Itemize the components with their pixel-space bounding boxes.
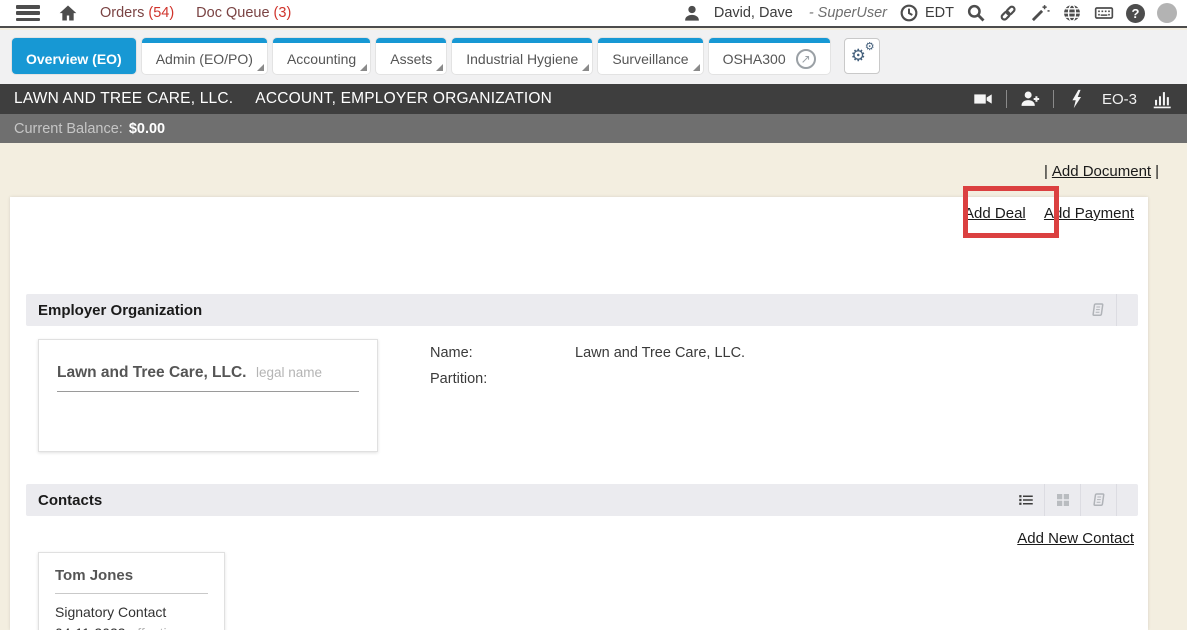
entity-type: ACCOUNT, EMPLOYER ORGANIZATION	[255, 90, 552, 108]
add-new-contact-link[interactable]: Add New Contact	[1017, 530, 1134, 547]
contact-card[interactable]: Tom Jones Signatory Contact 04-11-2023 e…	[38, 552, 225, 630]
divider	[1053, 90, 1054, 108]
top-bar: Orders (54) Doc Queue (3) David, Dave - …	[0, 0, 1187, 28]
tab-bar: Overview (EO) Admin (EO/PO) Accounting A…	[0, 30, 1187, 84]
divider	[1006, 90, 1007, 108]
book-icon[interactable]	[1080, 294, 1116, 326]
add-payment-link[interactable]: Add Payment	[1044, 205, 1134, 222]
employer-organization-section-header: Employer Organization	[26, 294, 1138, 326]
help-icon[interactable]: ?	[1126, 4, 1145, 23]
balance-value: $0.00	[129, 121, 165, 137]
deal-actions-row: Add Deal Add Payment	[950, 205, 1134, 222]
globe-icon[interactable]	[1062, 3, 1082, 23]
chevron-down-icon	[582, 64, 589, 71]
legal-name-hint: legal name	[256, 365, 322, 380]
link-icon[interactable]	[998, 3, 1018, 23]
tab-settings-button[interactable]: ⚙ ⚙	[844, 38, 880, 74]
contact-role: Signatory Contact	[55, 604, 208, 620]
field-label: Partition:	[430, 371, 575, 387]
tab-osha300[interactable]: OSHA300 ↗	[709, 38, 830, 74]
user-role: - SuperUser	[809, 5, 887, 21]
gear-icon: ⚙	[851, 47, 866, 64]
add-contact-row: Add New Contact	[1017, 530, 1134, 547]
contact-name: Tom Jones	[55, 567, 208, 594]
list-view-icon[interactable]	[1008, 484, 1044, 516]
search-icon[interactable]	[966, 3, 986, 23]
field-label: Name:	[430, 345, 575, 361]
chevron-down-icon	[360, 64, 367, 71]
tab-assets[interactable]: Assets	[376, 38, 446, 74]
org-fields: Name: Lawn and Tree Care, LLC. Partition…	[430, 345, 745, 397]
tab-surveillance[interactable]: Surveillance	[598, 38, 702, 74]
add-deal-link[interactable]: Add Deal	[964, 205, 1026, 222]
timezone-label: EDT	[925, 5, 954, 21]
legal-name-field: Lawn and Tree Care, LLC. legal name	[57, 364, 359, 392]
wand-icon[interactable]	[1030, 3, 1050, 23]
header-spacer	[1116, 294, 1138, 326]
entity-title-bar: LAWN AND TREE CARE, LLC. ACCOUNT, EMPLOY…	[0, 84, 1187, 114]
tab-overview-eo[interactable]: Overview (EO)	[12, 38, 136, 74]
date-hint: effective	[129, 625, 181, 630]
video-camera-icon[interactable]	[972, 88, 994, 110]
field-value: Lawn and Tree Care, LLC.	[575, 345, 745, 361]
balance-label: Current Balance:	[14, 121, 123, 137]
section-title: Contacts	[38, 492, 102, 509]
chevron-down-icon	[257, 64, 264, 71]
user-icon	[682, 3, 702, 23]
home-icon[interactable]	[58, 3, 78, 23]
clock-icon[interactable]	[899, 3, 919, 23]
overview-panel: Add Deal Add Payment Employer Organizati…	[10, 197, 1148, 630]
lightning-icon[interactable]	[1066, 88, 1088, 110]
org-legal-name: Lawn and Tree Care, LLC.	[57, 364, 247, 381]
tab-industrial-hygiene[interactable]: Industrial Hygiene	[452, 38, 592, 74]
gear-icon: ⚙	[865, 42, 875, 53]
contacts-section-header: Contacts	[26, 484, 1138, 516]
grid-view-icon[interactable]	[1044, 484, 1080, 516]
nav-orders[interactable]: Orders (54)	[100, 5, 174, 21]
bar-chart-icon[interactable]	[1151, 88, 1173, 110]
contact-effective-date: 04-11-2023 effective	[55, 625, 208, 630]
add-document-link[interactable]: Add Document	[1052, 163, 1151, 180]
header-spacer	[1116, 484, 1138, 516]
menu-icon[interactable]	[16, 5, 40, 21]
doc-queue-count: (3)	[274, 5, 292, 21]
tab-accounting[interactable]: Accounting	[273, 38, 370, 74]
employer-org-card[interactable]: Lawn and Tree Care, LLC. legal name	[38, 339, 378, 452]
tab-admin-eo-po[interactable]: Admin (EO/PO)	[142, 38, 267, 74]
entity-name: LAWN AND TREE CARE, LLC.	[14, 90, 233, 108]
orders-count: (54)	[148, 5, 174, 21]
main-content: |Add Document| Add Deal Add Payment Empl…	[0, 143, 1187, 630]
field-row-name: Name: Lawn and Tree Care, LLC.	[430, 345, 745, 361]
nav-doc-queue[interactable]: Doc Queue (3)	[196, 5, 291, 21]
avatar-circle[interactable]	[1157, 3, 1177, 23]
keyboard-icon[interactable]	[1094, 3, 1114, 23]
chevron-down-icon	[436, 64, 443, 71]
book-icon[interactable]	[1080, 484, 1116, 516]
person-add-icon[interactable]	[1019, 88, 1041, 110]
document-actions-row: |Add Document|	[1040, 163, 1163, 180]
section-title: Employer Organization	[38, 302, 202, 319]
popout-arrow-icon[interactable]: ↗	[796, 49, 816, 69]
chevron-down-icon	[693, 64, 700, 71]
balance-bar: Current Balance: $0.00	[0, 114, 1187, 143]
entity-code: EO-3	[1102, 91, 1137, 108]
user-name: David, Dave	[714, 5, 793, 21]
field-row-partition: Partition:	[430, 371, 745, 387]
